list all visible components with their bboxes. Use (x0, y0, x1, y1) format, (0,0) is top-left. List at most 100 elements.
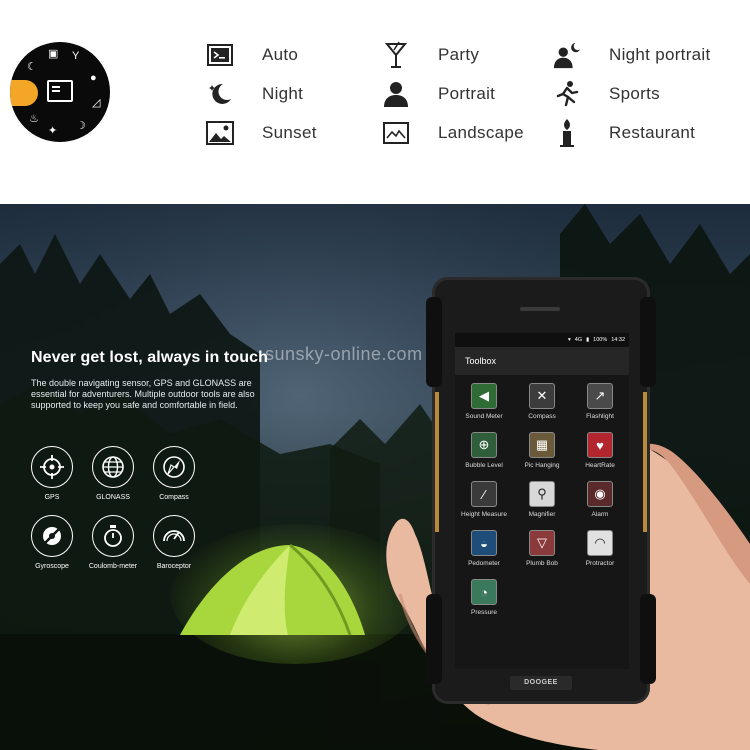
dial-moon-icon: ☾ (27, 61, 37, 73)
megaphone-icon: ◀ (471, 383, 497, 409)
tool-label: Pic Hanging (524, 462, 560, 469)
phone-corner-bumper (426, 297, 442, 387)
dial-sunset-icon: ▣ (48, 48, 59, 60)
gyroscope-icon (31, 515, 73, 557)
feature-label: GPS (44, 494, 60, 501)
scene-mode-label: Portrait (438, 84, 496, 103)
scene-mode-label: Sunset (262, 123, 317, 142)
tool-protractor[interactable]: ◠ Protractor (571, 530, 629, 567)
phone-gold-trim (435, 392, 439, 532)
feature-label: Coulomb-meter (88, 563, 138, 570)
scene-mode-label: Night (262, 84, 304, 103)
heart-icon: ♥ (587, 432, 613, 458)
battery-icon: ▮ (586, 337, 590, 343)
tool-pressure[interactable]: ◔ Pressure (455, 579, 513, 616)
tool-pedometer[interactable]: ◒ Pedometer (455, 530, 513, 567)
landscape-chart-icon (382, 119, 410, 147)
phone-corner-bumper (640, 594, 656, 684)
phone-gold-trim (643, 392, 647, 532)
battery-level: 100% (593, 337, 608, 343)
tool-alarm[interactable]: ◉ Alarm (571, 481, 629, 518)
phone-corner-bumper (640, 297, 656, 387)
phone-earpiece (520, 307, 560, 311)
status-bar: ▾ 4G ▮ 100% 14:32 (455, 333, 629, 347)
night-moon-icon (206, 80, 234, 108)
feature-label: Gyroscope (35, 563, 69, 570)
dial-person-icon: ● (90, 72, 97, 84)
feature-compass: Compass (139, 446, 209, 501)
phone-screen: ▾ 4G ▮ 100% 14:32 Toolbox ◀ Sound Meter … (455, 333, 629, 669)
pedometer-icon: ◒ (471, 530, 497, 556)
magnifier-icon: ⚲ (529, 481, 555, 507)
dial-cocktail-icon: Y (72, 50, 80, 62)
tool-label: HeartRate (585, 462, 615, 469)
scene-mode-label: Auto (262, 45, 299, 64)
globe-icon (92, 446, 134, 488)
tool-plumb-bob[interactable]: ▽ Plumb Bob (513, 530, 571, 567)
gps-crosshair-icon (31, 446, 73, 488)
bubble-level-icon: ⊕ (471, 432, 497, 458)
tool-height-measure[interactable]: ⁄ Height Measure (455, 481, 513, 518)
scene-mode-label: Party (438, 45, 480, 64)
tool-magnifier[interactable]: ⚲ Magnifier (513, 481, 571, 518)
dial-night-portrait-icon: ☽ (76, 120, 86, 132)
dial-center-icon (47, 80, 73, 102)
scene-mode-auto: Auto (206, 40, 298, 70)
network-type: 4G (574, 337, 583, 343)
stopwatch-icon (92, 515, 134, 557)
pressure-icon: ◔ (471, 579, 497, 605)
auto-mode-icon (206, 41, 234, 69)
feature-gps: GPS (17, 446, 87, 501)
picture-frame-icon: ▦ (529, 432, 555, 458)
scene-mode-label: Sports (609, 84, 660, 103)
tool-flashlight[interactable]: ↗ Flashlight (571, 383, 629, 420)
compass-icon: ✕ (529, 383, 555, 409)
ruler-diagonal-icon: ⁄ (471, 481, 497, 507)
running-person-icon (553, 80, 581, 108)
gauge-icon (153, 515, 195, 557)
tool-heartrate[interactable]: ♥ HeartRate (571, 432, 629, 469)
scene-mode-dial: ▣ Y ☾ ● ◿ ♨ ✦ ☽ (10, 42, 110, 142)
tool-label: Pressure (470, 609, 497, 616)
tool-label: Plumb Bob (526, 560, 558, 567)
scene-mode-sports: Sports (553, 79, 660, 109)
dial-landscape-icon: ◿ (92, 97, 101, 109)
feature-baroceptor: Baroceptor (139, 515, 209, 570)
outdoor-night-scene: Never get lost, always in touch The doub… (0, 204, 750, 750)
app-title: Toolbox (465, 356, 497, 366)
feature-label: Compass (159, 494, 189, 501)
watermark-text: sunsky-online.com (265, 344, 423, 364)
alarm-icon: ◉ (587, 481, 613, 507)
feature-label: Baroceptor (156, 563, 192, 570)
tool-label: Protractor (585, 560, 615, 567)
dial-candle-icon: ♨ (29, 113, 39, 125)
brand-logo-plate: DOOGEE (510, 676, 572, 690)
scene-mode-landscape: Landscape (382, 118, 524, 148)
dial-runner-icon: ✦ (48, 125, 58, 137)
scene-mode-panel: ▣ Y ☾ ● ◿ ♨ ✦ ☽ Auto Night Sunset Party (0, 0, 750, 204)
sunset-landscape-icon (206, 119, 234, 147)
tool-label: Compass (528, 413, 556, 420)
tool-bubble-level[interactable]: ⊕ Bubble Level (455, 432, 513, 469)
phone-corner-bumper (426, 594, 442, 684)
tool-compass[interactable]: ✕ Compass (513, 383, 571, 420)
tool-label: Bubble Level (465, 462, 503, 469)
tool-sound-meter[interactable]: ◀ Sound Meter (455, 383, 513, 420)
headline: Never get lost, always in touch (31, 349, 268, 366)
feature-label: GLONASS (96, 494, 130, 501)
scene-mode-sunset: Sunset (206, 118, 317, 148)
person-bust-icon (382, 80, 410, 108)
tool-pic-hanging[interactable]: ▦ Pic Hanging (513, 432, 571, 469)
tool-label: Magnifier (528, 511, 556, 518)
tool-label: Height Measure (461, 511, 507, 518)
compass-icon (153, 446, 195, 488)
rugged-smartphone: ▾ 4G ▮ 100% 14:32 Toolbox ◀ Sound Meter … (426, 277, 656, 704)
scene-mode-label: Landscape (438, 123, 524, 142)
dial-selected-segment (10, 80, 38, 106)
night-portrait-icon (553, 41, 581, 69)
scene-mode-party: Party (382, 40, 479, 70)
scene-mode-label: Night portrait (609, 45, 711, 64)
description: The double navigating sensor, GPS and GL… (31, 378, 255, 410)
feature-glonass: GLONASS (78, 446, 148, 501)
tool-label: Alarm (591, 511, 609, 518)
